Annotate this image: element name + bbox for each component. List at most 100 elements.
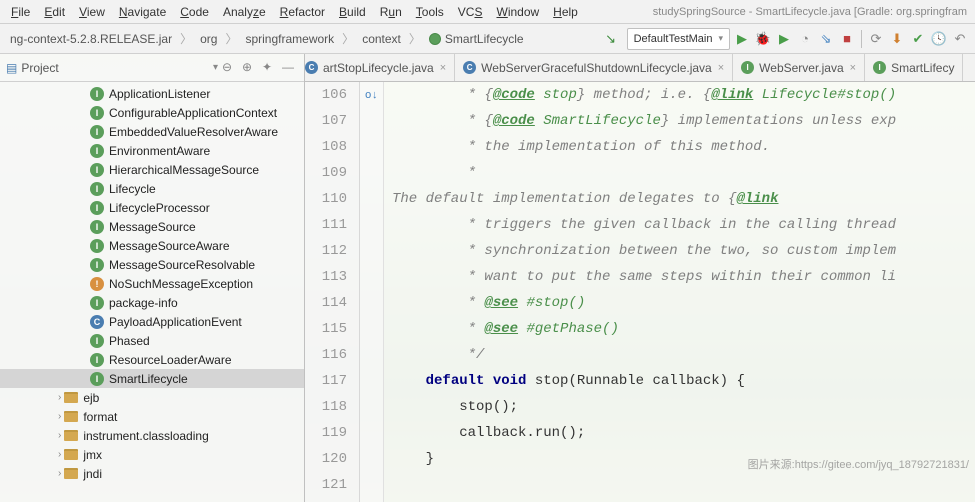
line-number[interactable]: 111 (305, 212, 347, 238)
tree-package[interactable]: ›jmx (0, 445, 304, 464)
menu-analyze[interactable]: Analyze (216, 2, 273, 22)
tree-item[interactable]: IEmbeddedValueResolverAware (0, 122, 304, 141)
tree-item[interactable]: !NoSuchMessageException (0, 274, 304, 293)
line-number[interactable]: 115 (305, 316, 347, 342)
gutter-marks[interactable]: o↓ (360, 82, 384, 502)
editor-tab[interactable]: IWebServer.java× (733, 54, 865, 81)
tree-package[interactable]: ›jndi (0, 464, 304, 483)
code-line[interactable]: callback.run(); (392, 420, 975, 446)
editor-tab[interactable]: CartStopLifecycle.java× (305, 54, 455, 81)
code-line[interactable]: * {@code SmartLifecycle} implementations… (392, 108, 975, 134)
override-icon[interactable]: o↓ (365, 90, 378, 102)
close-icon[interactable]: × (440, 62, 446, 74)
code-area[interactable]: 1061071081091101111121131141151161171181… (305, 82, 975, 502)
code-line[interactable]: */ (392, 342, 975, 368)
tree-item[interactable]: IPhased (0, 331, 304, 350)
line-number[interactable]: 114 (305, 290, 347, 316)
line-number[interactable]: 106 (305, 82, 347, 108)
tree-item[interactable]: ISmartLifecycle (0, 369, 304, 388)
revert-icon[interactable]: ↶ (951, 30, 969, 48)
tree-item[interactable]: IConfigurableApplicationContext (0, 103, 304, 122)
code-line[interactable]: * triggers the given callback in the cal… (392, 212, 975, 238)
code-line[interactable] (392, 472, 975, 498)
breadcrumb-item[interactable]: context (356, 30, 407, 48)
menu-edit[interactable]: Edit (37, 2, 72, 22)
breadcrumb-item[interactable]: org (194, 30, 223, 48)
attach-icon[interactable]: ⇘ (817, 30, 835, 48)
line-number[interactable]: 108 (305, 134, 347, 160)
debug-icon[interactable]: 🐞 (754, 30, 772, 48)
code-line[interactable]: * {@code stop} method; i.e. {@link Lifec… (392, 82, 975, 108)
editor-tab[interactable]: CWebServerGracefulShutdownLifecycle.java… (455, 54, 733, 81)
code-line[interactable]: * want to put the same steps within thei… (392, 264, 975, 290)
tree-item[interactable]: ILifecycle (0, 179, 304, 198)
editor-tab[interactable]: ISmartLifecy (865, 54, 963, 81)
close-icon[interactable]: × (850, 62, 856, 74)
menu-tools[interactable]: Tools (409, 2, 451, 22)
line-number[interactable]: 120 (305, 446, 347, 472)
tree-item[interactable]: IResourceLoaderAware (0, 350, 304, 369)
git-icon[interactable]: ⬇ (888, 30, 906, 48)
menu-file[interactable]: File (4, 2, 37, 22)
line-number[interactable]: 107 (305, 108, 347, 134)
code-line[interactable]: * The default implementation delegates t… (392, 160, 975, 212)
gutter-mark[interactable]: o↓ (360, 82, 383, 109)
menu-run[interactable]: Run (373, 2, 409, 22)
line-number[interactable]: 112 (305, 238, 347, 264)
tree-item[interactable]: IMessageSource (0, 217, 304, 236)
line-number[interactable]: 116 (305, 342, 347, 368)
menu-build[interactable]: Build (332, 2, 373, 22)
sidebar-title[interactable]: Project (21, 61, 213, 75)
update-icon[interactable]: ⟳ (867, 30, 885, 48)
breadcrumb-item[interactable]: ng-context-5.2.8.RELEASE.jar (4, 30, 178, 48)
tree-package[interactable]: ›ejb (0, 388, 304, 407)
menu-navigate[interactable]: Navigate (112, 2, 173, 22)
close-icon[interactable]: × (718, 62, 724, 74)
line-number[interactable]: 119 (305, 420, 347, 446)
tree-item[interactable]: IMessageSourceResolvable (0, 255, 304, 274)
line-number[interactable]: 109 (305, 160, 347, 186)
tree-item[interactable]: CPayloadApplicationEvent (0, 312, 304, 331)
breadcrumb-item[interactable]: springframework (239, 30, 340, 48)
chevron-down-icon[interactable]: ▾ (213, 62, 218, 73)
locate-icon[interactable]: ⊕ (242, 60, 258, 76)
commit-icon[interactable]: ✔ (909, 30, 927, 48)
run-icon[interactable]: ▶ (733, 30, 751, 48)
line-number[interactable]: 121 (305, 472, 347, 498)
profile-icon[interactable]: ◔ (796, 30, 814, 48)
tree-item[interactable]: IApplicationListener (0, 84, 304, 103)
tree-item[interactable]: IHierarchicalMessageSource (0, 160, 304, 179)
tree-item[interactable]: IEnvironmentAware (0, 141, 304, 160)
line-number[interactable]: 117 (305, 368, 347, 394)
code-lines[interactable]: * {@code stop} method; i.e. {@link Lifec… (384, 82, 975, 502)
tree-item[interactable]: Ipackage-info (0, 293, 304, 312)
line-number[interactable]: 113 (305, 264, 347, 290)
menu-window[interactable]: Window (489, 2, 546, 22)
tree-item[interactable]: ILifecycleProcessor (0, 198, 304, 217)
hide-icon[interactable]: — (282, 60, 298, 76)
collapse-icon[interactable]: ⊖ (222, 60, 238, 76)
menu-vcs[interactable]: VCS (451, 2, 490, 22)
tree-item[interactable]: IMessageSourceAware (0, 236, 304, 255)
stop-icon[interactable]: ■ (838, 30, 856, 48)
line-number[interactable]: 118 (305, 394, 347, 420)
project-tree[interactable]: IApplicationListenerIConfigurableApplica… (0, 82, 304, 502)
history-icon[interactable]: 🕓 (930, 30, 948, 48)
menu-code[interactable]: Code (173, 2, 216, 22)
menu-view[interactable]: View (72, 2, 112, 22)
code-line[interactable]: * synchronization between the two, so cu… (392, 238, 975, 264)
tree-package[interactable]: ›instrument.classloading (0, 426, 304, 445)
menu-refactor[interactable]: Refactor (273, 2, 332, 22)
coverage-icon[interactable]: ▶ (775, 30, 793, 48)
code-line[interactable]: * @see #getPhase() (392, 316, 975, 342)
code-line[interactable]: * @see #stop() (392, 290, 975, 316)
run-config-dropdown[interactable]: DefaultTestMain ▾ (627, 28, 730, 50)
breadcrumb-item[interactable]: SmartLifecycle (423, 30, 530, 48)
code-line[interactable]: default void stop(Runnable callback) { (392, 368, 975, 394)
build-icon[interactable]: ↘ (602, 30, 620, 48)
code-line[interactable]: stop(); (392, 394, 975, 420)
menu-help[interactable]: Help (546, 2, 585, 22)
code-line[interactable]: * the implementation of this method. (392, 134, 975, 160)
tree-package[interactable]: ›format (0, 407, 304, 426)
line-number[interactable]: 110 (305, 186, 347, 212)
